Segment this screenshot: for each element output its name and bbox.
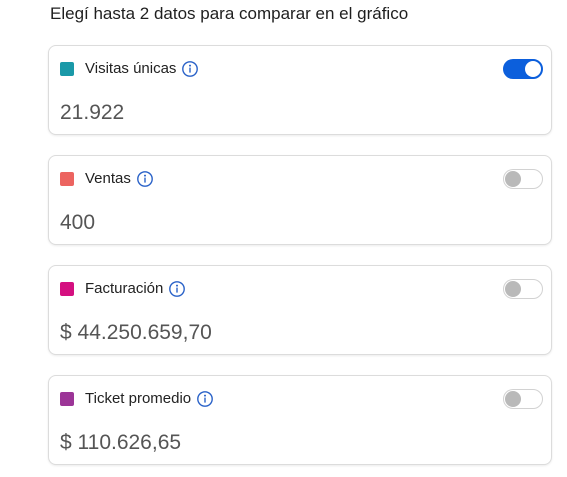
- info-circle-icon[interactable]: [136, 171, 153, 187]
- metric-label: Facturación: [85, 280, 164, 297]
- color-swatch: [60, 172, 74, 186]
- metric-label: Ticket promedio: [85, 390, 192, 407]
- metric-label-row: Ticket promedio: [85, 388, 214, 410]
- metric-label-row: Facturación: [85, 278, 186, 300]
- metric-toggle[interactable]: [503, 59, 543, 79]
- toggle-knob: [505, 171, 521, 187]
- info-circle-icon[interactable]: [169, 281, 186, 297]
- info-circle-icon[interactable]: [197, 391, 214, 407]
- metric-toggle[interactable]: [503, 389, 543, 409]
- metric-label: Visitas únicas: [85, 60, 177, 77]
- color-swatch: [60, 282, 74, 296]
- metric-value: 21.922: [60, 101, 125, 124]
- metric-value: 400: [60, 211, 96, 234]
- metric-label-row: Visitas únicas: [85, 58, 199, 80]
- metric-value: $ 110.626,65: [60, 431, 182, 454]
- metric-card-ventas: Ventas 400: [48, 155, 552, 245]
- metric-toggle[interactable]: [503, 279, 543, 299]
- metric-label: Ventas: [85, 170, 131, 187]
- toggle-knob: [505, 281, 521, 297]
- metric-value: $ 44.250.659,70: [60, 321, 212, 344]
- toggle-knob: [505, 391, 521, 407]
- metric-card-ticket-promedio: Ticket promedio $ 110.626,65: [48, 375, 552, 465]
- metric-card-visitas-unicas: Visitas únicas 21.922: [48, 45, 552, 135]
- color-swatch: [60, 392, 74, 406]
- metric-label-row: Ventas: [85, 168, 153, 190]
- info-circle-icon[interactable]: [182, 61, 199, 77]
- metric-toggle[interactable]: [503, 169, 543, 189]
- toggle-knob: [525, 61, 541, 77]
- metric-card-facturacion: Facturación $ 44.250.659,70: [48, 265, 552, 355]
- page-heading: Elegí hasta 2 datos para comparar en el …: [50, 4, 409, 23]
- color-swatch: [60, 62, 74, 76]
